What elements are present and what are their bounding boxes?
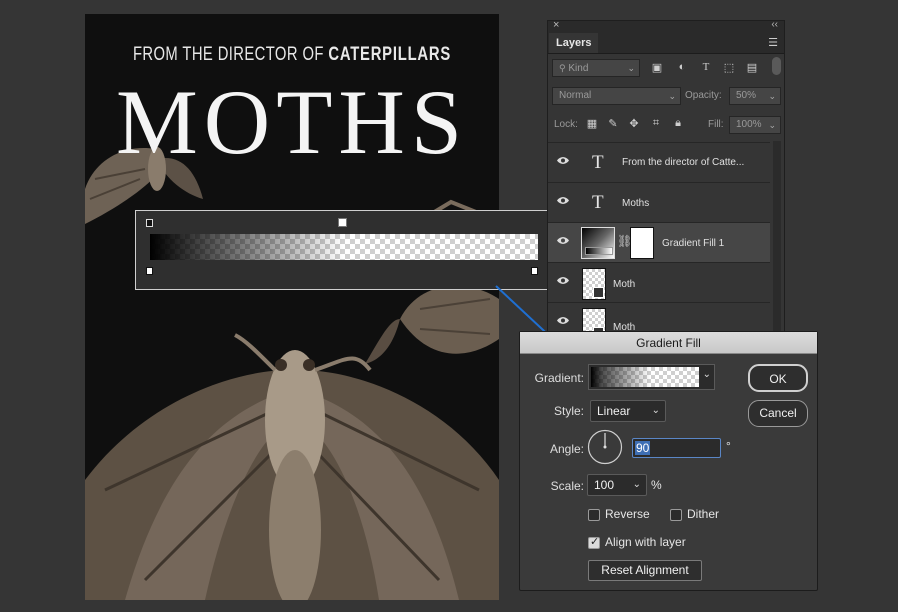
dither-label[interactable]: Dither [687,507,719,521]
poster-canvas: FROM THE DIRECTOR OF CATERPILLARS MOTHS [85,14,499,600]
tab-layers[interactable]: Layers [549,33,599,53]
chevron-down-icon: ⌄ [768,91,776,101]
color-stop-left[interactable] [146,267,153,275]
angle-value: 90 [635,441,651,455]
blend-mode-value: Normal [559,90,592,101]
reset-alignment-button[interactable]: Reset Alignment [588,560,702,581]
chevron-down-icon[interactable]: ⌄ [703,369,711,380]
tagline-bold: CATERPILLARS [328,44,452,65]
layers-scrollbar[interactable] [773,141,781,341]
scale-unit: % [651,478,662,492]
chevron-down-icon: ⌄ [651,405,660,416]
align-checkbox[interactable]: ✓ [588,536,600,549]
eye-icon[interactable] [556,156,570,165]
lock-position-icon[interactable]: ✥ [626,117,642,130]
gradient-picker[interactable]: ⌄ [588,364,715,390]
layer-name: Gradient Fill 1 [662,238,725,249]
align-label[interactable]: Align with layer [605,535,686,549]
scale-label: Scale: [550,479,584,493]
angle-dial[interactable] [587,429,623,465]
lock-label: Lock: [554,119,578,130]
layer-row-text-tagline[interactable]: T From the director of Catte... [548,142,770,182]
gradient-label: Gradient: [534,371,584,385]
gradient-editor-strip [135,210,554,290]
gradient-bar-icon [585,247,613,255]
reverse-checkbox[interactable] [588,509,600,521]
eye-icon[interactable] [556,236,570,245]
chevron-down-icon: ⌄ [627,63,635,73]
lock-artboard-icon[interactable]: ⌗ [648,117,664,130]
fill-label: Fill: [708,119,724,130]
blend-mode-select[interactable]: Normal ⌄ [552,87,681,105]
gradient-fill-thumbnail[interactable] [581,227,615,259]
layers-panel: × ‹‹ Layers ☰ ⚲ Kind ⌄ ▣ ◐ T ⬚ ▤ Normal … [547,19,785,341]
collapse-icon[interactable]: ‹‹ [771,19,778,30]
color-stop-right[interactable] [531,267,538,275]
angle-label: Angle: [549,442,584,456]
angle-input[interactable]: 90 [632,438,721,458]
search-icon: ⚲ [559,63,566,73]
layer-name: Moth [613,279,636,290]
close-icon[interactable]: × [553,19,559,31]
smart-object-icon [593,287,604,298]
panel-topbar: × ‹‹ [548,19,784,33]
smart-object-filter-icon[interactable]: ▤ [744,61,760,74]
layer-row-gradient-fill[interactable]: ⛓ Gradient Fill 1 [548,222,770,262]
reverse-label[interactable]: Reverse [605,507,650,521]
adjustment-filter-icon[interactable]: ◐ [674,61,690,73]
panel-tabbar: Layers ☰ [548,33,784,54]
lock-paint-icon[interactable]: ✎ [605,117,621,130]
layer-mask-thumbnail[interactable] [630,227,654,259]
scale-value: 100 [594,478,615,492]
opacity-stop-left[interactable] [146,219,153,227]
fill-field[interactable]: 100% ⌄ [729,116,781,134]
lock-all-icon[interactable]: 🔒︎ [670,117,686,130]
gradient-preview-bar[interactable] [150,234,538,260]
eye-icon[interactable] [556,276,570,285]
scale-select[interactable]: 100 ⌄ [587,474,647,496]
filter-kind-select[interactable]: ⚲ Kind ⌄ [552,59,640,77]
pixel-filter-icon[interactable]: ▣ [649,61,665,74]
gradient-swatch[interactable] [591,367,699,387]
ok-button[interactable]: OK [748,364,808,392]
chevron-down-icon: ⌄ [768,120,776,130]
moth-image-large [85,333,499,600]
text-layer-icon: T [592,192,604,213]
opacity-field[interactable]: 50% ⌄ [729,87,781,105]
dialog-title: Gradient Fill [636,336,701,350]
panel-menu-icon[interactable]: ☰ [768,36,778,49]
layer-row-moth-1[interactable]: Moth [548,262,770,302]
type-filter-icon[interactable]: T [698,61,714,73]
dialog-titlebar[interactable]: Gradient Fill [520,332,817,354]
lock-transparency-icon[interactable]: ▦ [584,117,600,130]
layer-name: Moths [622,198,650,209]
filter-toggle[interactable] [772,57,781,75]
layer-thumbnail[interactable] [582,268,606,300]
filter-kind-value: Kind [568,63,589,74]
fill-value: 100% [736,119,762,130]
chevron-down-icon: ⌄ [632,479,641,490]
poster-tagline: FROM THE DIRECTOR OF CATERPILLARS [131,44,454,66]
chevron-down-icon: ⌄ [668,91,676,101]
style-value: Linear [597,404,631,418]
tagline-prefix: FROM THE DIRECTOR OF [132,44,324,65]
layer-row-text-title[interactable]: T Moths [548,182,770,222]
checkmark-icon: ✓ [590,536,600,548]
opacity-value: 50% [736,90,757,101]
poster-title: MOTHS [115,71,469,173]
cancel-button[interactable]: Cancel [748,400,808,427]
eye-icon[interactable] [556,196,570,205]
style-label: Style: [553,404,584,418]
angle-unit: ° [726,439,731,453]
opacity-label: Opacity: [685,90,722,101]
text-layer-icon: T [592,152,604,173]
layer-name: From the director of Catte... [622,157,745,168]
opacity-stop-middle[interactable] [338,218,347,227]
style-select[interactable]: Linear ⌄ [590,400,666,422]
shape-filter-icon[interactable]: ⬚ [721,61,737,74]
gradient-fill-dialog: Gradient Fill Gradient: ⌄ OK Style: Line… [519,331,818,591]
eye-icon[interactable] [556,316,570,325]
dither-checkbox[interactable] [670,509,682,521]
